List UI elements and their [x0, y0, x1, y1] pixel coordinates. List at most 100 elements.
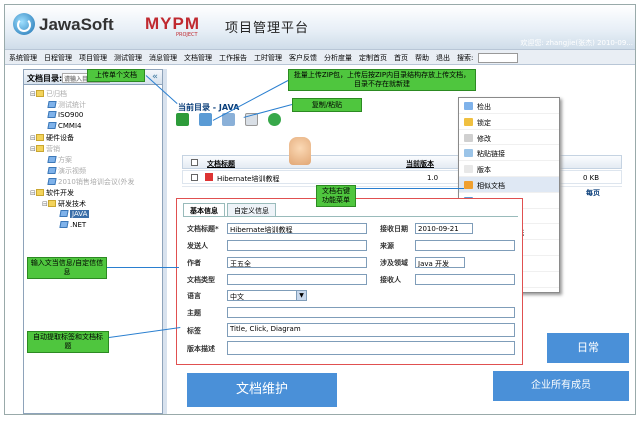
context-item-label: 版本 [477, 166, 491, 175]
col-title[interactable]: 文档标题 [207, 159, 235, 169]
app-header: JawaSoft MYPM PROJECT 项目管理平台 欢迎您: zhangj… [5, 5, 635, 49]
tree-node[interactable]: ⊟ 营销 [26, 144, 162, 155]
title-field[interactable]: Hibernate培训教程 [227, 223, 367, 234]
folder-icon [36, 90, 44, 97]
tree-node-label[interactable]: 营销 [46, 145, 60, 153]
receiver-field[interactable] [415, 274, 515, 285]
upload-icon[interactable] [176, 113, 189, 126]
nav-item-2[interactable]: 项目管理 [75, 50, 110, 63]
refresh-icon[interactable] [268, 113, 281, 126]
tab-custom-info[interactable]: 自定义信息 [227, 203, 276, 216]
form-tabs: 基本信息 自定义信息 [183, 203, 278, 216]
tree-node-label[interactable]: 硬件设备 [46, 134, 74, 142]
nav-item-13[interactable]: 退出 [432, 50, 453, 63]
tree-node[interactable]: ⊟ 硬件设备 [26, 133, 162, 144]
nav-item-5[interactable]: 文档管理 [180, 50, 215, 63]
context-item-icon [464, 180, 473, 189]
tree-node[interactable]: .NET [26, 221, 162, 232]
nav-item-6[interactable]: 工作报告 [215, 50, 250, 63]
tree-node[interactable]: 演示视频 [26, 166, 162, 177]
nav-item-11[interactable]: 首页 [390, 50, 411, 63]
tree-node[interactable]: ISO900 [26, 111, 162, 122]
tab-basic-info[interactable]: 基本信息 [183, 203, 225, 216]
select-all-checkbox[interactable] [191, 159, 198, 166]
receive-date-label: 接收日期 [380, 225, 408, 233]
label-doc-maintain: 文档维护 [187, 373, 337, 407]
tree-node-label[interactable]: .NET [70, 221, 86, 229]
nav-item-4[interactable]: 消息管理 [145, 50, 180, 63]
tags-label: 标签 [187, 327, 201, 335]
domain-field[interactable]: Java 开发 [415, 257, 465, 268]
author-field[interactable]: 王五全 [227, 257, 367, 268]
tree-node-label[interactable]: CMMI4 [58, 122, 82, 130]
doc-folder-icon [47, 167, 57, 174]
user-info: 欢迎您: zhangjie(张杰) 2010-09... [520, 39, 633, 47]
subject-field[interactable] [227, 307, 515, 318]
tags-field[interactable]: Title, Click, Diagram [227, 323, 515, 337]
doc-title-cell[interactable]: Hibernate培训教程 [217, 174, 280, 184]
doc-folder-icon [59, 210, 69, 217]
context-menu-item[interactable]: 检出 [459, 98, 559, 114]
tree-node[interactable]: ⊟ 研发技术 [26, 199, 162, 210]
version-desc-field[interactable] [227, 341, 515, 355]
tree-node[interactable]: CMMI4 [26, 122, 162, 133]
tree-node[interactable]: 测试统计 [26, 100, 162, 111]
doc-info-form: 基本信息 自定义信息 文档标题* Hibernate培训教程 接收日期 2010-… [176, 198, 523, 365]
doc-tree-panel: 文档目录: 请输入目录名 « ⊟ 已归档 测试统计 ISO900 CMMI4 ⊟ 硬件设备 ⊟… [23, 69, 163, 414]
nav-item-7[interactable]: 工时管理 [250, 50, 285, 63]
panel-splitter[interactable] [163, 69, 167, 414]
context-menu-item[interactable]: 相似文档 [459, 176, 559, 193]
col-version[interactable]: 当前版本 [406, 159, 434, 169]
receive-date-field[interactable]: 2010-09-21 [415, 223, 473, 234]
language-select[interactable]: 中文 ▼ [227, 290, 307, 301]
nav-item-10[interactable]: 定制首页 [355, 50, 390, 63]
doc-folder-icon [47, 122, 57, 129]
doc-folder-icon [47, 111, 57, 118]
tree-node[interactable]: JAVA [26, 210, 162, 221]
context-item-icon [464, 165, 473, 174]
app-title: 项目管理平台 [225, 20, 310, 35]
title-label: 文档标题* [187, 225, 219, 233]
tree-node-label[interactable]: ISO900 [58, 111, 83, 119]
tree-node-label[interactable]: JAVA [70, 210, 90, 218]
author-label: 作者 [187, 259, 201, 267]
tree-node-label[interactable]: 研发技术 [58, 200, 86, 208]
nav-item-3[interactable]: 测试管理 [110, 50, 145, 63]
sender-label: 发送人 [187, 242, 208, 250]
domain-label: 涉及领域 [380, 259, 408, 267]
source-field[interactable] [415, 240, 515, 251]
callout-copy-paste: 复制/粘贴 [292, 98, 362, 112]
chevron-down-icon[interactable]: ▼ [296, 291, 306, 300]
nav-item-9[interactable]: 分析度量 [320, 50, 355, 63]
language-label: 语言 [187, 292, 201, 300]
tree-node-label[interactable]: 已归档 [46, 90, 67, 98]
tree-node[interactable]: 2010销售培训会议(外发 [26, 177, 162, 188]
context-menu-item[interactable]: 修改 [459, 130, 559, 146]
row-checkbox[interactable] [191, 174, 198, 181]
tree-node-label[interactable]: 方案 [58, 156, 72, 164]
version-cell: 1.0 [427, 174, 439, 182]
context-item-label: 检出 [477, 103, 491, 111]
per-page-label[interactable]: 每页 [586, 188, 600, 198]
tree-node-label[interactable]: 软件开发 [46, 189, 74, 197]
tree-node[interactable]: ⊟ 软件开发 [26, 188, 162, 199]
context-menu-item[interactable]: 粘贴链接 [459, 145, 559, 162]
nav-item-0[interactable]: 系统管理 [5, 50, 40, 63]
nav-item-1[interactable]: 日程管理 [40, 50, 75, 63]
context-menu-item[interactable]: 版本 [459, 161, 559, 177]
nav-item-8[interactable]: 客户反馈 [285, 50, 320, 63]
folder-icon [36, 134, 44, 141]
sender-field[interactable] [227, 240, 367, 251]
nav-search-label: 搜索: [457, 54, 474, 62]
tree-node-label[interactable]: 测试统计 [58, 101, 86, 109]
batch-upload-icon[interactable] [199, 113, 212, 126]
doctype-field[interactable] [227, 274, 367, 285]
callout-batch-upload: 批量上传ZIP包，上传后按ZIP内目录结构存放上传文档，目录不存在就新建 [288, 69, 476, 91]
context-menu-item[interactable]: 锁定 [459, 114, 559, 130]
tree-node-label[interactable]: 2010销售培训会议(外发 [58, 178, 135, 186]
tree-node-label[interactable]: 演示视频 [58, 167, 86, 175]
nav-item-12[interactable]: 帮助 [411, 50, 432, 63]
tree-node[interactable]: ⊟ 已归档 [26, 89, 162, 100]
tree-node[interactable]: 方案 [26, 155, 162, 166]
nav-search-input[interactable] [478, 53, 519, 63]
